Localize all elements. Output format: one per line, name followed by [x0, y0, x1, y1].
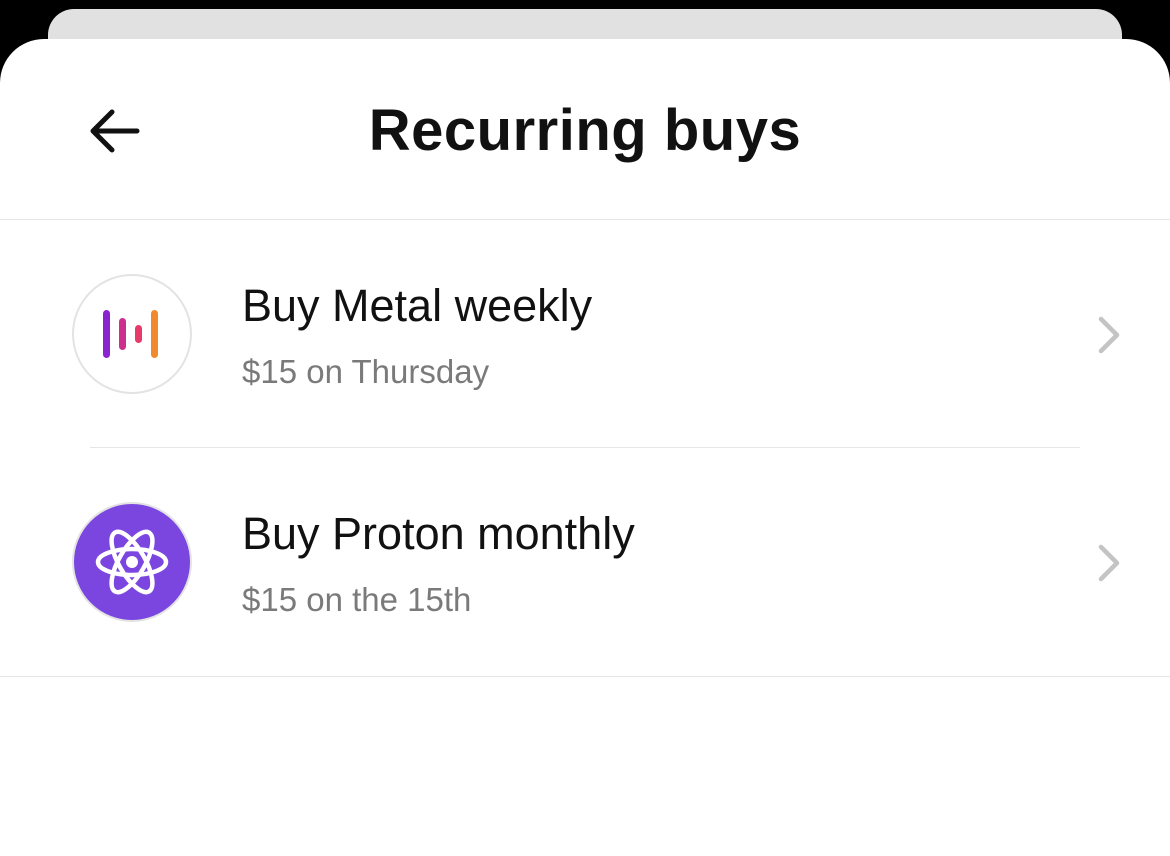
proton-atom-icon — [72, 502, 192, 622]
recurring-buy-title: Buy Proton monthly — [242, 508, 635, 559]
recurring-buy-row-proton[interactable]: Buy Proton monthly $15 on the 15th — [0, 448, 1170, 676]
page-title: Recurring buys — [368, 98, 802, 163]
metal-logo-icon — [72, 274, 192, 394]
chevron-right-icon — [1098, 544, 1120, 582]
chevron-right-icon — [1098, 316, 1120, 354]
recurring-buy-row-metal[interactable]: Buy Metal weekly $15 on Thursday — [0, 220, 1170, 448]
header: Recurring buys — [0, 39, 1170, 220]
recurring-buys-sheet: Recurring buys Buy Metal weekly $15 on T… — [0, 39, 1170, 856]
recurring-buy-title: Buy Metal weekly — [242, 280, 593, 331]
list-divider — [0, 676, 1170, 677]
recurring-buys-list: Buy Metal weekly $15 on Thursday Buy Pro… — [0, 220, 1170, 677]
recurring-buy-schedule: $15 on Thursday — [242, 353, 490, 390]
recurring-buy-schedule: $15 on the 15th — [242, 581, 472, 618]
